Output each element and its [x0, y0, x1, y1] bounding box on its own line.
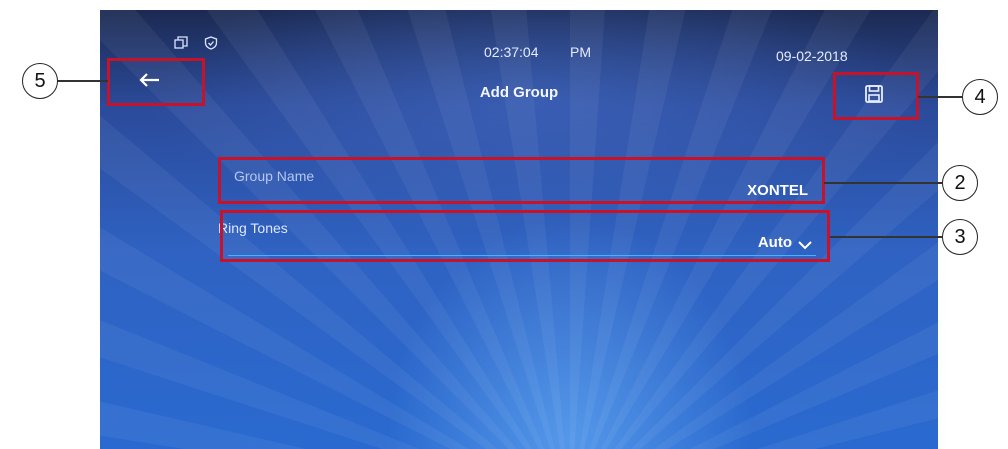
- status-ampm: PM: [570, 44, 591, 60]
- callout-5: 5: [22, 63, 58, 99]
- callout-2: 2: [942, 165, 978, 201]
- leader-4: [918, 96, 962, 98]
- page-title: Add Group: [479, 84, 559, 101]
- window-restore-icon: [174, 36, 188, 49]
- callout-3: 3: [942, 219, 978, 255]
- status-time: 02:37:04: [484, 44, 539, 60]
- leader-5: [56, 80, 108, 82]
- leader-2: [824, 182, 942, 184]
- shield-check-icon: [204, 36, 218, 50]
- leader-3: [830, 236, 942, 238]
- highlight-group-name: [218, 157, 825, 204]
- status-date: 09-02-2018: [776, 48, 848, 64]
- callout-4: 4: [962, 79, 998, 115]
- highlight-back: [107, 58, 205, 106]
- highlight-ring-tones: [220, 210, 830, 262]
- highlight-save: [833, 72, 919, 120]
